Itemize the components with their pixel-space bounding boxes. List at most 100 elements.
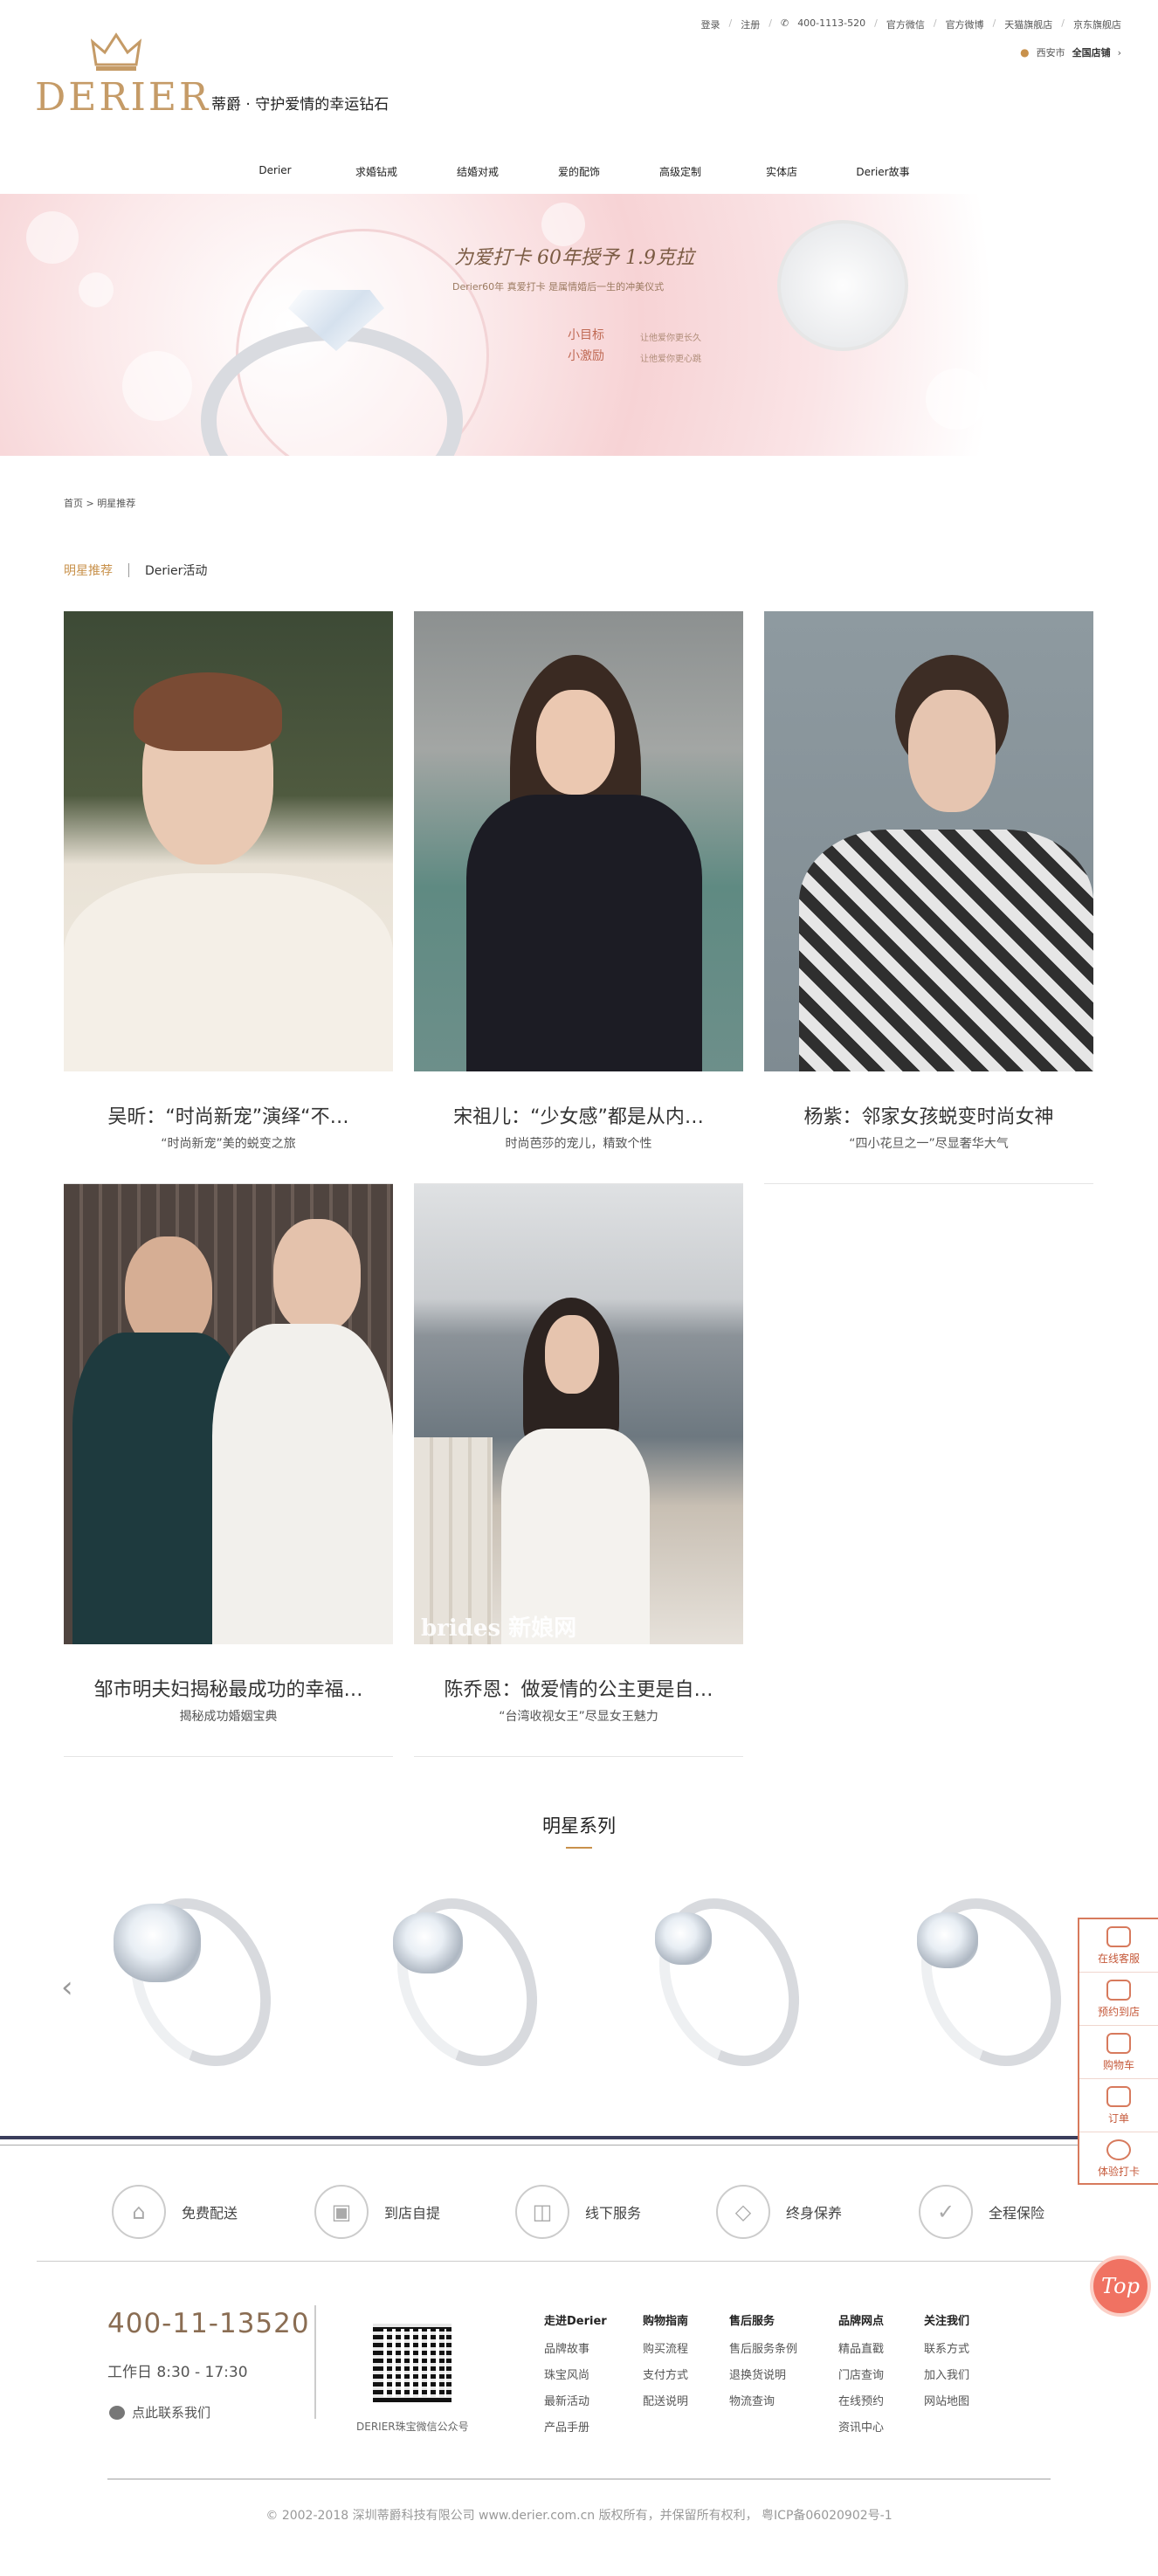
order-icon <box>1106 2085 1131 2107</box>
card-title[interactable]: 吴昕：“时尚新宠”演绎“不… <box>64 1101 393 1129</box>
sidebar-cart[interactable]: 购物车 <box>1079 2026 1158 2079</box>
chat-bubble-icon <box>109 2405 125 2420</box>
celebrity-photo[interactable] <box>414 611 743 1071</box>
breadcrumb: 首页 > 明星推荐 <box>64 498 136 509</box>
article-card[interactable]: 杨紫：邻家女孩蜕变时尚女神 “四小花旦之一”尽显奢华大气 <box>764 611 1093 1184</box>
back-to-top-button[interactable]: Top <box>1090 2256 1151 2317</box>
promo-banner[interactable]: 为爱打卡 60年授予 1.9克拉 Derier60年 真爱打卡 是属情婚后一生的… <box>0 194 1158 456</box>
service-lifetime-care[interactable]: ◇ 终身保养 <box>716 2185 842 2239</box>
footer-col-about: 走进Derier 品牌故事 珠宝风尚 最新活动 产品手册 <box>544 2311 607 2442</box>
footer-link[interactable]: 珠宝风尚 <box>544 2363 607 2389</box>
celebrity-photo[interactable] <box>64 1184 393 1644</box>
breadcrumb-home[interactable]: 首页 <box>64 498 83 509</box>
copyright: © 2002-2018 深圳蒂爵科技有限公司 www.derier.com.cn… <box>265 2509 893 2523</box>
login-link[interactable]: 登录 <box>701 17 720 31</box>
footer-link[interactable]: 加入我们 <box>924 2363 969 2389</box>
wechat-link[interactable]: 官方微信 <box>886 17 925 31</box>
card-subtitle: “时尚新宠”美的蜕变之旅 <box>161 1137 296 1151</box>
footer-col-service: 售后服务 售后服务条例 退换货说明 物流查询 <box>729 2311 797 2415</box>
footer-link[interactable]: 资讯中心 <box>838 2415 884 2442</box>
nav-custom[interactable]: 高级定制 <box>630 164 731 179</box>
nav-story[interactable]: Derier故事 <box>832 164 934 179</box>
register-link[interactable]: 注册 <box>741 17 760 31</box>
calendar-icon <box>1106 1979 1131 2001</box>
service-insurance[interactable]: ✓ 全程保险 <box>919 2185 1044 2239</box>
offline-service-icon: ◫ <box>515 2185 569 2239</box>
sidebar-checkin[interactable]: 体验打卡 <box>1079 2132 1158 2186</box>
contact-us-link[interactable]: 点此联系我们 <box>109 2403 210 2421</box>
footer-link[interactable]: 退换货说明 <box>729 2363 797 2389</box>
chevron-right-icon: › <box>1117 46 1121 59</box>
celebrity-photo[interactable] <box>764 611 1093 1071</box>
sidebar-orders[interactable]: 订单 <box>1079 2079 1158 2132</box>
banner-headline: 为爱打卡 60年授予 1.9克拉 <box>454 247 694 269</box>
checkin-icon <box>1106 2139 1131 2160</box>
tab-star-recommend[interactable]: 明星推荐 <box>64 561 113 579</box>
series-title: 明星系列 <box>542 1815 616 1836</box>
location-city: 西安市 <box>1036 47 1065 59</box>
footer-link[interactable]: 精品直戳 <box>838 2337 884 2363</box>
nav-stores[interactable]: 实体店 <box>731 164 832 179</box>
footer-link[interactable]: 物流查询 <box>729 2389 797 2415</box>
nav-accessories[interactable]: 爱的配饰 <box>528 164 630 179</box>
sidebar-online-service[interactable]: 在线客服 <box>1079 1919 1158 1973</box>
article-card[interactable]: 宋祖儿：“少女感”都是从内… 时尚芭莎的宠儿，精致个性 <box>414 611 743 1184</box>
ring-product[interactable] <box>100 1875 298 2090</box>
footer-col-outlets: 品牌网点 精品直戳 门店查询 在线预约 资讯中心 <box>838 2311 884 2442</box>
footer-link[interactable]: 配送说明 <box>643 2389 688 2415</box>
ring-product[interactable] <box>629 1875 826 2090</box>
footer-phone: 400-11-13520 <box>107 2308 310 2339</box>
footer-link[interactable]: 网站地图 <box>924 2389 969 2415</box>
footer-hours: 工作日 8:30 - 17:30 <box>107 2364 248 2381</box>
footer-link[interactable]: 最新活动 <box>544 2389 607 2415</box>
jd-link[interactable]: 京东旗舰店 <box>1073 17 1121 31</box>
category-tabs: 明星推荐 Derier活动 <box>64 561 207 579</box>
phone-icon: ✆ <box>780 17 789 29</box>
ring-product[interactable] <box>367 1875 564 2090</box>
footer-link[interactable]: 产品手册 <box>544 2415 607 2442</box>
logo[interactable]: DERIER <box>35 26 208 120</box>
card-title[interactable]: 杨紫：邻家女孩蜕变时尚女神 <box>764 1101 1093 1129</box>
footer-link[interactable]: 门店查询 <box>838 2363 884 2389</box>
location-pin-icon: ● <box>1020 46 1030 59</box>
tmall-link[interactable]: 天猫旗舰店 <box>1004 17 1052 31</box>
shield-icon: ✓ <box>919 2185 973 2239</box>
tab-derier-activity[interactable]: Derier活动 <box>145 561 207 579</box>
brides-watermark: brides 新娘网 <box>421 1615 577 1642</box>
footer-link[interactable]: 购买流程 <box>643 2337 688 2363</box>
footer-link[interactable]: 售后服务条例 <box>729 2337 797 2363</box>
slogan: 蒂爵 · 守护爱情的幸运钻石 <box>211 96 389 114</box>
store-link[interactable]: 全国店铺 <box>1072 45 1111 59</box>
article-card[interactable]: 吴昕：“时尚新宠”演绎“不… “时尚新宠”美的蜕变之旅 <box>64 611 393 1184</box>
footer-link[interactable]: 联系方式 <box>924 2337 969 2363</box>
card-subtitle: “台湾收视女王”尽显女王魅力 <box>499 1710 658 1724</box>
footer-link[interactable]: 支付方式 <box>643 2363 688 2389</box>
card-title[interactable]: 邹市明夫妇揭秘最成功的幸福… <box>64 1674 393 1702</box>
commemorative-coin <box>777 220 908 351</box>
footer-col-guide: 购物指南 购买流程 支付方式 配送说明 <box>643 2311 688 2415</box>
card-title[interactable]: 陈乔恩：做爱情的公主更是自… <box>414 1674 743 1702</box>
cart-icon <box>1106 2032 1131 2054</box>
card-subtitle: 揭秘成功婚姻宝典 <box>179 1710 278 1724</box>
weibo-link[interactable]: 官方微博 <box>946 17 984 31</box>
service-free-delivery[interactable]: ⌂ 免费配送 <box>112 2185 238 2239</box>
article-card[interactable]: brides 新娘网 陈乔恩：做爱情的公主更是自… “台湾收视女王”尽显女王魅力 <box>414 1184 743 1757</box>
nav-proposal-rings[interactable]: 求婚钻戒 <box>326 164 427 179</box>
card-title[interactable]: 宋祖儿：“少女感”都是从内… <box>414 1101 743 1129</box>
hotline-link[interactable]: 400-1113-520 <box>797 17 865 31</box>
article-card[interactable]: 邹市明夫妇揭秘最成功的幸福… 揭秘成功婚姻宝典 <box>64 1184 393 1757</box>
service-store-pickup[interactable]: ▣ 到店自提 <box>314 2185 440 2239</box>
nav-wedding-rings[interactable]: 结婚对戒 <box>427 164 528 179</box>
sidebar-book-visit[interactable]: 预约到店 <box>1079 1973 1158 2026</box>
celebrity-photo[interactable] <box>64 611 393 1071</box>
delivery-icon: ⌂ <box>112 2185 166 2239</box>
celebrity-photo[interactable]: brides 新娘网 <box>414 1184 743 1644</box>
carousel-prev-arrow[interactable]: ‹ <box>61 1970 73 2005</box>
footer-link[interactable]: 在线预约 <box>838 2389 884 2415</box>
location-selector[interactable]: ● 西安市 全国店铺 › <box>1020 45 1121 59</box>
footer-link[interactable]: 品牌故事 <box>544 2337 607 2363</box>
nav-derier[interactable]: Derier <box>224 164 326 179</box>
ring-product[interactable] <box>891 1875 1088 2090</box>
floating-sidebar: 在线客服 预约到店 购物车 订单 体验打卡 <box>1078 1918 1158 2185</box>
service-offline[interactable]: ◫ 线下服务 <box>515 2185 641 2239</box>
